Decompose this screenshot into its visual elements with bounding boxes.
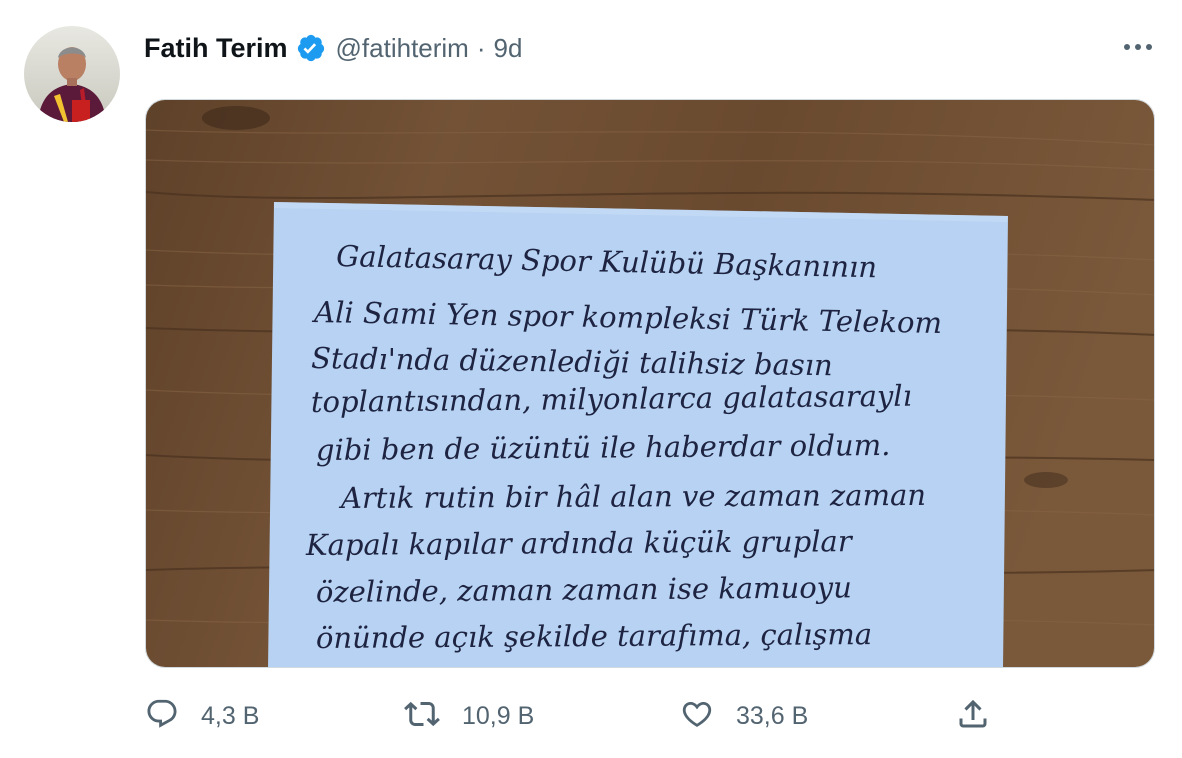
tweet-header: Fatih Terim @fatihterim · 9d: [144, 28, 522, 68]
verified-badge-icon: [296, 33, 326, 63]
tweet-timestamp[interactable]: 9d: [494, 33, 523, 64]
like-button[interactable]: 33,6 B: [680, 694, 808, 738]
tweet[interactable]: Fatih Terim @fatihterim · 9d Galatasaray…: [0, 0, 1182, 758]
avatar[interactable]: [24, 26, 120, 122]
svg-text:Kapalı kapılar ardında küçük g: Kapalı kapılar ardında küçük gruplar: [305, 524, 854, 562]
svg-text:özelinde, zaman zaman ise kamu: özelinde, zaman zaman ise kamuoyu: [316, 570, 852, 609]
retweet-icon: [404, 696, 440, 737]
svg-text:toplantısından, milyonlarca ga: toplantısından, milyonlarca galatasarayl…: [311, 379, 912, 419]
svg-text:gibi ben de üzüntü ile haberda: gibi ben de üzüntü ile haberdar oldum.: [316, 428, 891, 467]
more-icon[interactable]: [1118, 30, 1158, 64]
reply-button[interactable]: 4,3 B: [145, 694, 259, 738]
tweet-photo[interactable]: Galatasaray Spor Kulübü Başkanının Ali S…: [145, 99, 1155, 668]
share-icon: [955, 696, 991, 737]
svg-text:önünde açık şekilde tarafıma,: önünde açık şekilde tarafıma, çalışma: [316, 617, 872, 655]
retweet-button[interactable]: 10,9 B: [404, 694, 534, 738]
svg-text:Stadı'nda düzenlediği talihsiz: Stadı'nda düzenlediği talihsiz basın: [311, 341, 833, 382]
heart-icon: [680, 697, 714, 736]
share-button[interactable]: [955, 694, 991, 738]
separator-dot: ·: [476, 32, 486, 63]
author-handle[interactable]: @fatihterim: [336, 33, 469, 64]
svg-text:Artık rutin bir hâl alan ve za: Artık rutin bir hâl alan ve zaman zaman: [338, 478, 926, 515]
author-name[interactable]: Fatih Terim: [144, 33, 288, 64]
reply-icon: [145, 697, 179, 736]
action-bar: 4,3 B 10,9 B 33,6 B: [0, 694, 1182, 738]
retweet-count: 10,9 B: [462, 701, 535, 730]
like-count: 33,6 B: [736, 701, 809, 730]
reply-count: 4,3 B: [201, 701, 260, 730]
